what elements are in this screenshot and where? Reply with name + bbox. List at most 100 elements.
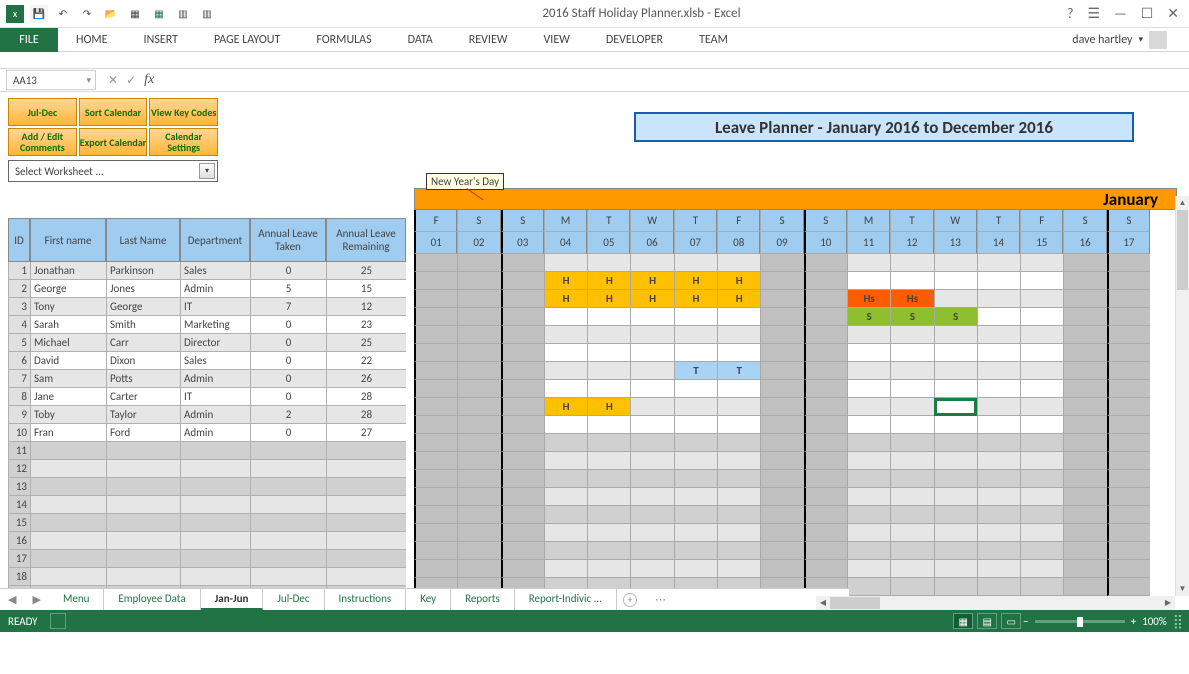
calendar-cell[interactable] xyxy=(717,380,760,398)
calendar-cell[interactable] xyxy=(457,452,500,470)
calendar-settings-button[interactable]: Calendar Settings xyxy=(149,128,218,156)
ribbon-tab-view[interactable]: VIEW xyxy=(525,28,587,52)
calendar-cell[interactable] xyxy=(630,488,673,506)
calendar-cell[interactable] xyxy=(414,380,457,398)
calendar-cell[interactable]: S xyxy=(890,308,933,326)
calendar-cell[interactable] xyxy=(630,506,673,524)
calendar-cell[interactable] xyxy=(674,308,717,326)
calendar-cell[interactable] xyxy=(1063,542,1106,560)
calendar-cell[interactable] xyxy=(457,290,500,308)
calendar-cell[interactable] xyxy=(847,434,890,452)
calendar-cell[interactable] xyxy=(1107,380,1150,398)
ribbon-tab-insert[interactable]: INSERT xyxy=(126,28,196,52)
undo-icon[interactable]: ↶ xyxy=(54,5,72,23)
calendar-cell[interactable] xyxy=(630,344,673,362)
calendar-cell[interactable] xyxy=(1063,488,1106,506)
calendar-cell[interactable] xyxy=(1107,578,1150,596)
calendar-cell[interactable] xyxy=(760,362,803,380)
scroll-down-icon[interactable]: ▼ xyxy=(1176,582,1189,596)
calendar-cell[interactable] xyxy=(674,524,717,542)
calendar-cell[interactable] xyxy=(977,272,1020,290)
calendar-cell[interactable] xyxy=(587,362,630,380)
calendar-cell[interactable] xyxy=(977,326,1020,344)
zoom-out-icon[interactable]: − xyxy=(1023,615,1028,628)
calendar-cell[interactable] xyxy=(674,488,717,506)
calendar-cell[interactable] xyxy=(587,380,630,398)
calendar-cell[interactable] xyxy=(1063,524,1106,542)
calendar-cell[interactable] xyxy=(674,506,717,524)
calendar-cell[interactable] xyxy=(804,272,847,290)
calendar-cell[interactable] xyxy=(717,488,760,506)
calendar-cell[interactable]: T xyxy=(717,362,760,380)
calendar-cell[interactable] xyxy=(717,452,760,470)
calendar-cell[interactable] xyxy=(1063,560,1106,578)
calendar-cell[interactable] xyxy=(501,542,544,560)
minimize-icon[interactable]: — xyxy=(1114,5,1127,22)
calendar-cell[interactable] xyxy=(587,416,630,434)
calendar-cell[interactable] xyxy=(717,542,760,560)
view-key-codes-button[interactable]: View Key Codes xyxy=(149,98,218,126)
calendar-cell[interactable] xyxy=(544,542,587,560)
file-tab[interactable]: FILE xyxy=(0,28,58,52)
calendar-cell[interactable] xyxy=(890,578,933,596)
table-row[interactable]: 2GeorgeJonesAdmin515 xyxy=(8,280,406,298)
calendar-cell[interactable] xyxy=(804,362,847,380)
calendar-cell[interactable] xyxy=(630,452,673,470)
calendar-cell[interactable] xyxy=(674,326,717,344)
calendar-cell[interactable] xyxy=(1063,344,1106,362)
calendar-cell[interactable] xyxy=(847,344,890,362)
table-row[interactable]: 3TonyGeorgeIT712 xyxy=(8,298,406,316)
calendar-cell[interactable] xyxy=(1107,326,1150,344)
calendar-cell[interactable] xyxy=(1107,362,1150,380)
calendar-cell[interactable] xyxy=(934,272,977,290)
calendar-cell[interactable]: H xyxy=(587,290,630,308)
calendar-cell[interactable] xyxy=(544,506,587,524)
calendar-cell[interactable] xyxy=(544,470,587,488)
calendar-cell[interactable] xyxy=(544,344,587,362)
calendar-cell[interactable]: H xyxy=(674,272,717,290)
calendar-cell[interactable]: H xyxy=(587,272,630,290)
calendar-cell[interactable] xyxy=(457,434,500,452)
scroll-up-icon[interactable]: ▲ xyxy=(1176,196,1189,210)
macro-recording-icon[interactable] xyxy=(50,613,66,629)
page-break-view-icon[interactable]: ▭ xyxy=(1001,613,1021,629)
calendar-cell[interactable] xyxy=(1063,578,1106,596)
calendar-cell[interactable] xyxy=(457,362,500,380)
calendar-cell[interactable] xyxy=(1063,380,1106,398)
calendar-cell[interactable] xyxy=(414,434,457,452)
calendar-cell[interactable] xyxy=(760,254,803,272)
calendar-cell[interactable] xyxy=(1107,452,1150,470)
name-box[interactable]: AA13 xyxy=(6,70,96,90)
calendar-cell[interactable] xyxy=(890,362,933,380)
calendar-cell[interactable] xyxy=(934,344,977,362)
calendar-cell[interactable] xyxy=(760,524,803,542)
calendar-cell[interactable] xyxy=(804,506,847,524)
sheet-tab-report-indivic-[interactable]: Report-Indivic ... xyxy=(515,589,617,610)
calendar-cell[interactable] xyxy=(587,524,630,542)
calendar-cell[interactable] xyxy=(760,308,803,326)
calendar-cell[interactable] xyxy=(1107,272,1150,290)
calendar-cell[interactable] xyxy=(501,452,544,470)
calendar-cell[interactable] xyxy=(674,416,717,434)
calendar-cell[interactable] xyxy=(977,578,1020,596)
calendar-cell[interactable] xyxy=(414,452,457,470)
calendar-cell[interactable] xyxy=(717,398,760,416)
sort-calendar-button[interactable]: Sort Calendar xyxy=(79,98,148,126)
horizontal-scrollbar[interactable]: ◀ ▶ xyxy=(816,596,1175,610)
calendar-cell[interactable] xyxy=(1020,362,1063,380)
calendar-cell[interactable]: Hs xyxy=(847,290,890,308)
calendar-cell[interactable] xyxy=(457,542,500,560)
calendar-cell[interactable] xyxy=(1063,452,1106,470)
table-row[interactable]: 1JonathanParkinsonSales025 xyxy=(8,262,406,280)
calendar-cell[interactable] xyxy=(674,380,717,398)
calendar-cell[interactable] xyxy=(1107,398,1150,416)
ribbon-tab-data[interactable]: DATA xyxy=(390,28,451,52)
calendar-cell[interactable] xyxy=(1063,434,1106,452)
table-row[interactable]: 10FranFordAdmin027 xyxy=(8,424,406,442)
sheet-tab-menu[interactable]: Menu xyxy=(49,589,104,610)
calendar-cell[interactable] xyxy=(501,560,544,578)
calendar-cell[interactable] xyxy=(760,398,803,416)
calendar-cell[interactable] xyxy=(804,560,847,578)
select-worksheet-dropdown[interactable]: Select Worksheet ... ▾ xyxy=(8,160,218,182)
calendar-cell[interactable] xyxy=(847,542,890,560)
